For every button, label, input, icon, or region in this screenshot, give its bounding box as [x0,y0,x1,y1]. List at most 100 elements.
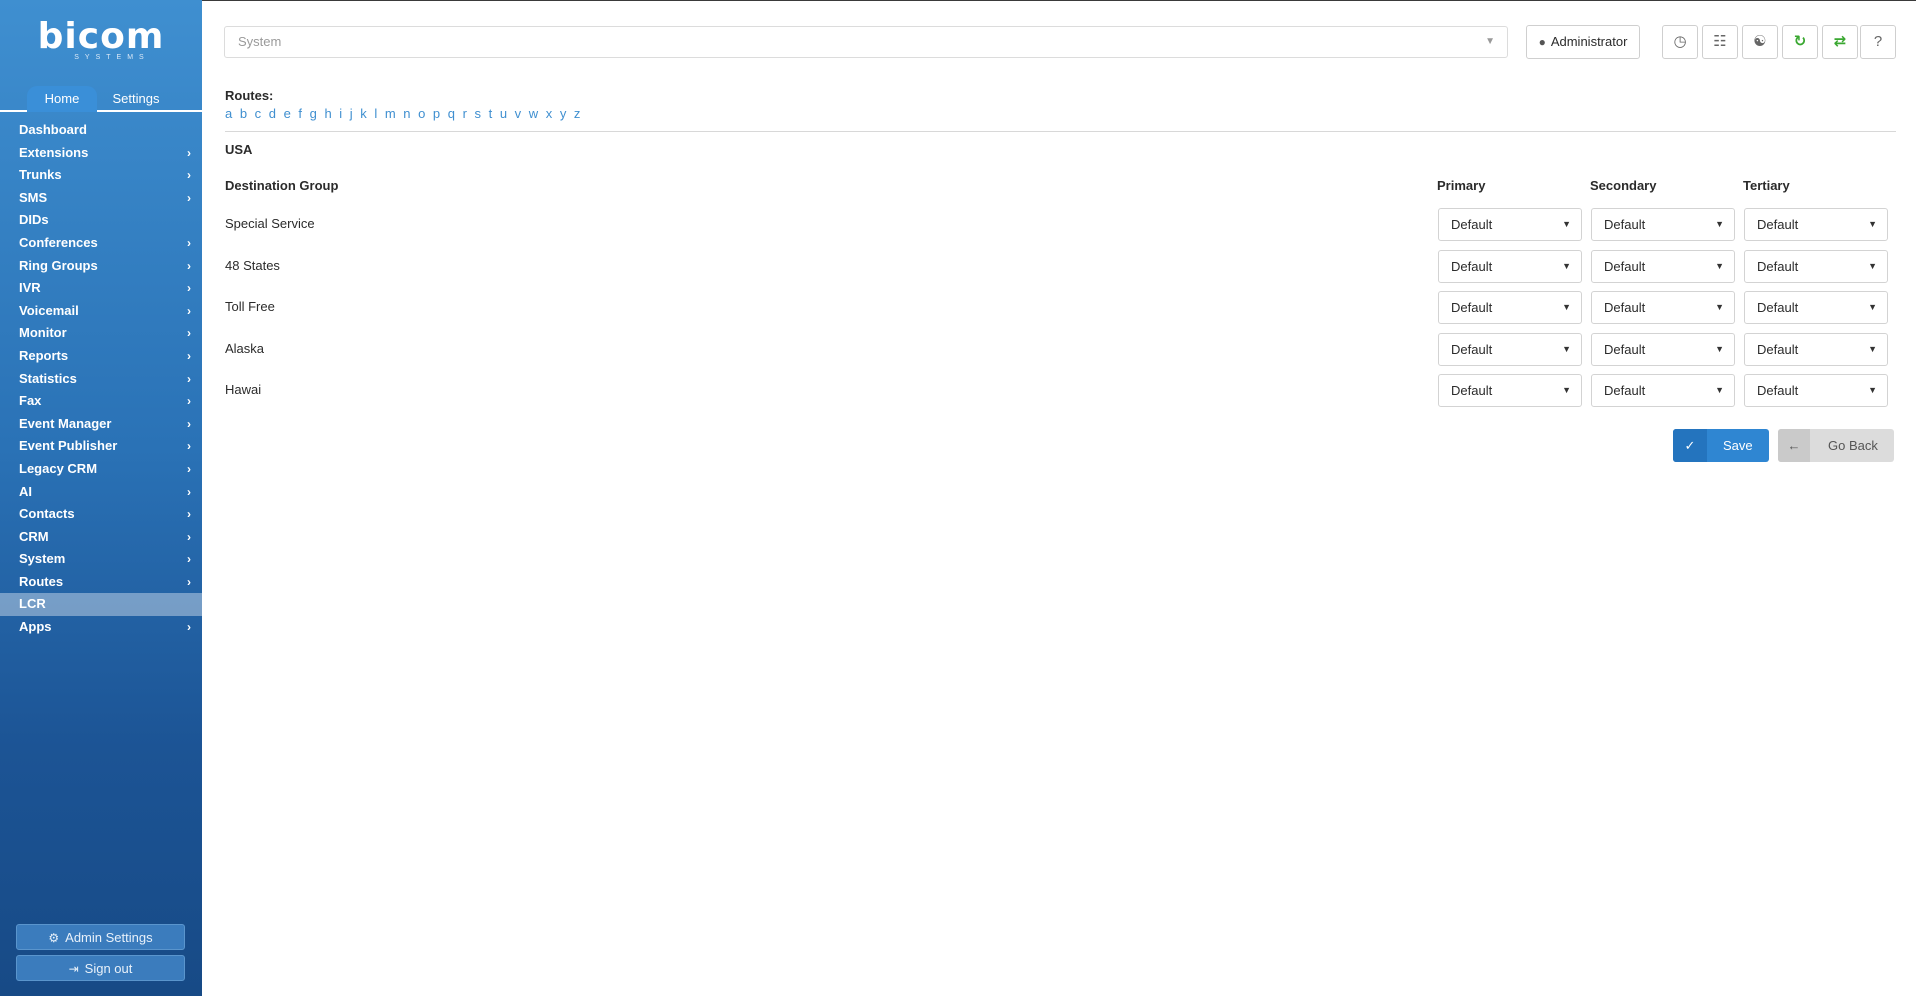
sidebar-item-conferences[interactable]: Conferences › [0,232,202,255]
letter-link-m[interactable]: m [385,106,396,121]
chevron-right-icon: › [187,281,191,296]
letter-link-t[interactable]: t [489,106,493,121]
sidebar-item-fax[interactable]: Fax › [0,390,202,413]
admin-settings-label: Admin Settings [65,930,153,945]
secondary-route-select[interactable]: Default ▼ [1591,208,1735,241]
letter-link-o[interactable]: o [418,106,425,121]
letter-link-g[interactable]: g [310,106,317,121]
sidebar-item-apps[interactable]: Apps › [0,616,202,639]
primary-route-select[interactable]: Default ▼ [1438,291,1582,324]
sidebar-item-ivr[interactable]: IVR › [0,277,202,300]
sidebar-item-trunks[interactable]: Trunks › [0,164,202,187]
sidebar-item-routes[interactable]: Routes › [0,571,202,594]
tertiary-route-select[interactable]: Default ▼ [1744,249,1888,283]
sidebar-item-label: Extensions [19,144,89,160]
sync-icon[interactable]: ⇄ [1822,25,1858,59]
sidebar-item-monitor[interactable]: Monitor › [0,322,202,345]
sidebar-item-label: Reports [19,347,69,363]
primary-route-select[interactable]: Default ▼ [1438,374,1582,407]
tab-home[interactable]: Home [27,86,97,112]
primary-route-select[interactable]: Default ▼ [1438,208,1582,241]
sign-out-label: Sign out [84,961,133,976]
sidebar-item-dashboard[interactable]: Dashboard [0,119,202,142]
tertiary-route-select[interactable]: Default ▼ [1744,291,1888,324]
system-select[interactable]: System ▼ [224,26,1508,58]
refresh-icon[interactable]: ↻ [1782,25,1818,59]
sidebar-item-sms[interactable]: SMS › [0,187,202,210]
letter-link-k[interactable]: k [360,106,367,121]
sidebar-item-dids[interactable]: DIDs [0,209,202,232]
column-primary: Primary [1437,178,1486,193]
globe-grid-icon[interactable]: ☷ [1702,25,1738,59]
administrator-label: Administrator [1550,34,1628,49]
letter-link-u[interactable]: u [500,106,507,121]
sidebar-item-lcr[interactable]: LCR [0,593,202,617]
sidebar-item-reports[interactable]: Reports › [0,345,202,368]
save-label: Save [1723,438,1753,453]
letter-link-v[interactable]: v [515,106,522,121]
admin-settings-button[interactable]: ⚙ Admin Settings [16,924,185,950]
go-back-button[interactable]: ← Go Back [1778,429,1894,462]
secondary-route-select[interactable]: Default ▼ [1591,332,1735,366]
routes-label: Routes: [225,88,274,103]
letter-link-y[interactable]: y [560,106,567,121]
tab-settings[interactable]: Settings [102,86,170,112]
chevron-right-icon: › [187,145,191,160]
sidebar-item-statistics[interactable]: Statistics › [0,368,202,391]
letter-link-q[interactable]: q [448,106,455,121]
caret-down-icon: ▼ [1868,385,1877,395]
letter-link-p[interactable]: p [433,106,440,121]
clock-icon[interactable]: ◷ [1662,25,1698,59]
letter-link-b[interactable]: b [240,106,247,121]
sidebar-item-extensions[interactable]: Extensions › [0,142,202,165]
letter-link-l[interactable]: l [374,106,377,121]
sign-out-button[interactable]: ⇥ Sign out [16,955,185,981]
letter-link-x[interactable]: x [546,106,553,121]
letter-link-w[interactable]: w [529,106,538,121]
sidebar-item-legacy-crm[interactable]: Legacy CRM › [0,458,202,481]
secondary-route-select[interactable]: Default ▼ [1591,291,1735,324]
sidebar-item-event-publisher[interactable]: Event Publisher › [0,435,202,458]
sidebar-item-ring-groups[interactable]: Ring Groups › [0,255,202,278]
tertiary-route-select[interactable]: Default ▼ [1744,208,1888,241]
chevron-right-icon: › [187,484,191,499]
letter-link-z[interactable]: z [574,106,581,121]
secondary-route-value: Default [1604,383,1646,398]
letter-link-r[interactable]: r [463,106,467,121]
sidebar-item-label: Contacts [19,506,75,522]
administrator-button[interactable]: ● Administrator [1526,25,1640,59]
sidebar-item-contacts[interactable]: Contacts › [0,503,202,526]
primary-route-select[interactable]: Default ▼ [1438,249,1582,283]
secondary-route-select[interactable]: Default ▼ [1591,374,1735,407]
letter-link-c[interactable]: c [255,106,262,121]
sidebar-item-voicemail[interactable]: Voicemail › [0,300,202,323]
sidebar-item-label: Event Manager [19,415,112,431]
letter-link-f[interactable]: f [298,106,302,121]
help-icon[interactable]: ? [1860,25,1896,59]
chevron-right-icon: › [187,574,191,589]
sidebar-item-event-manager[interactable]: Event Manager › [0,413,202,436]
sidebar-item-label: DIDs [19,212,49,228]
tertiary-route-select[interactable]: Default ▼ [1744,374,1888,407]
chevron-right-icon: › [187,168,191,183]
tertiary-route-value: Default [1757,300,1799,315]
letter-link-d[interactable]: d [269,106,276,121]
secondary-route-select[interactable]: Default ▼ [1591,249,1735,283]
letter-link-e[interactable]: e [284,106,291,121]
letter-link-i[interactable]: i [339,106,342,121]
arrow-left-icon: ← [1778,429,1810,462]
primary-route-select[interactable]: Default ▼ [1438,332,1582,366]
tertiary-route-select[interactable]: Default ▼ [1744,332,1888,366]
letter-link-n[interactable]: n [403,106,410,121]
letter-link-j[interactable]: j [350,106,353,121]
letter-link-a[interactable]: a [225,106,232,121]
letter-link-s[interactable]: s [475,106,482,121]
save-button[interactable]: ✓ Save [1673,429,1769,462]
sidebar-item-crm[interactable]: CRM › [0,526,202,549]
globe-icon[interactable]: ☯ [1742,25,1778,59]
sidebar-item-ai[interactable]: AI › [0,481,202,504]
letter-link-h[interactable]: h [324,106,331,121]
column-secondary: Secondary [1590,178,1657,193]
caret-down-icon: ▼ [1715,219,1724,229]
sidebar-item-system[interactable]: System › [0,548,202,571]
